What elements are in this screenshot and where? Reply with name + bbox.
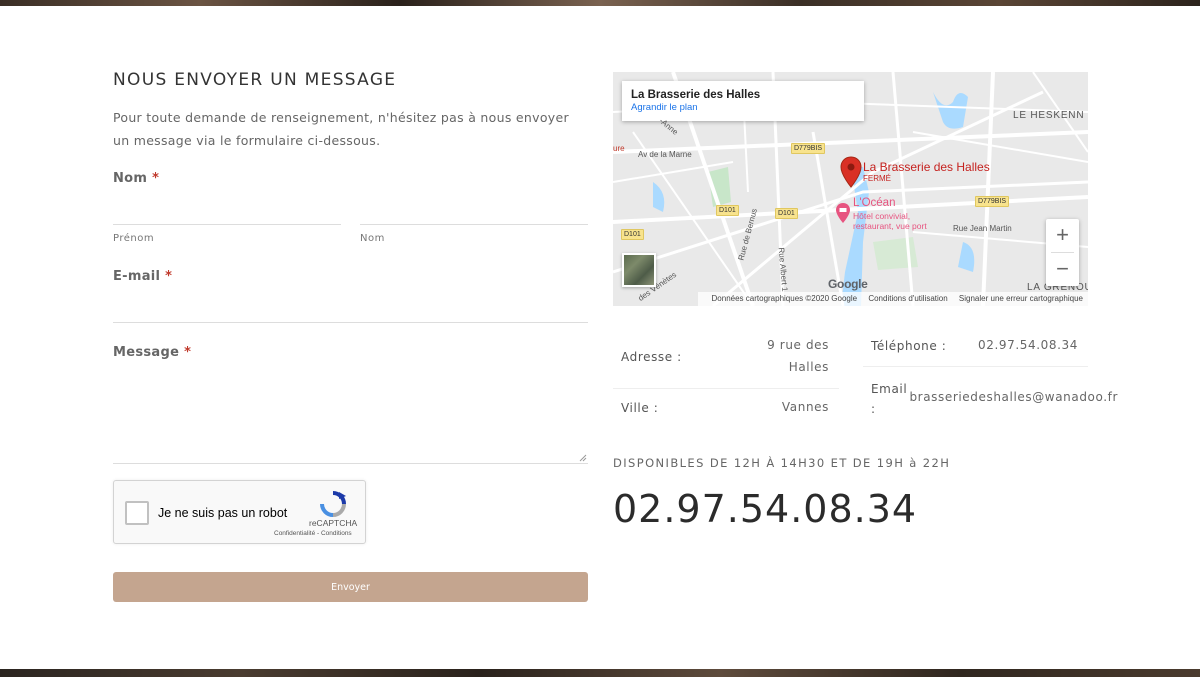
poi-desc: Hôtel convivial, restaurant, vue port xyxy=(853,211,927,231)
bottom-photo-strip xyxy=(0,669,1200,677)
email-value[interactable]: brasseriedeshalles@wanadoo.fr xyxy=(900,386,1118,408)
zoom-out-button[interactable]: − xyxy=(1046,253,1079,286)
map-label-ure: ure xyxy=(613,144,625,153)
map-label-heskenn: LE HESKENN xyxy=(1013,110,1085,121)
address-divider xyxy=(613,388,839,389)
city-value: Vannes xyxy=(781,400,829,414)
road-badge: D779BIS xyxy=(975,196,1010,207)
map-place-name: La Brasserie des Halles xyxy=(631,89,761,101)
name-label: Nom * xyxy=(113,171,160,186)
map-marker-name: La Brasserie des Halles xyxy=(863,160,990,174)
map-terms-link[interactable]: Conditions d'utilisation xyxy=(868,294,947,303)
lastname-sublabel: Nom xyxy=(360,233,385,244)
map-report-link[interactable]: Signaler une erreur cartographique xyxy=(959,294,1083,303)
form-title: NOUS ENVOYER UN MESSAGE xyxy=(113,70,397,90)
recaptcha-label: Je ne suis pas un robot xyxy=(158,506,288,520)
google-map[interactable]: La Brasserie des Halles Agrandir le plan… xyxy=(613,72,1088,306)
google-logo: Google xyxy=(828,277,868,291)
email-input[interactable] xyxy=(113,322,588,323)
recaptcha-logo-icon xyxy=(320,491,346,517)
map-marker-status: FERMÉ xyxy=(863,174,891,183)
resize-handle-icon[interactable] xyxy=(579,454,587,462)
map-label-jean-martin: Rue Jean Martin xyxy=(953,224,1012,233)
top-photo-strip xyxy=(0,0,1200,6)
message-label: Message * xyxy=(113,345,192,360)
required-mark: * xyxy=(152,171,160,186)
map-info-card: La Brasserie des Halles Agrandir le plan xyxy=(622,81,864,121)
map-label-marne: Av de la Marne xyxy=(638,150,692,159)
phone-value[interactable]: 02.97.54.08.34 xyxy=(960,334,1078,356)
road-badge: D779BIS xyxy=(791,143,826,154)
poi-name: L'Océan xyxy=(853,197,896,209)
opening-hours: DISPONIBLES DE 12H À 14H30 ET DE 19H à 2… xyxy=(613,456,951,470)
satellite-toggle[interactable] xyxy=(622,253,656,287)
map-zoom-control: + − xyxy=(1046,219,1079,286)
big-phone-number[interactable]: 02.97.54.08.34 xyxy=(613,487,917,531)
recaptcha-links[interactable]: Confidentialité - Conditions xyxy=(274,530,352,537)
road-badge: D101 xyxy=(716,205,739,216)
required-mark: * xyxy=(165,269,173,284)
email-label: E-mail * xyxy=(113,269,173,284)
firstname-sublabel: Prénom xyxy=(113,233,155,244)
map-enlarge-link[interactable]: Agrandir le plan xyxy=(631,102,864,113)
map-data-credit: Données cartographiques ©2020 Google xyxy=(711,294,858,303)
road-badge: D101 xyxy=(621,229,644,240)
required-mark: * xyxy=(184,345,192,360)
address-label: Adresse : xyxy=(621,350,682,364)
recaptcha-widget: Je ne suis pas un robot reCAPTCHA Confid… xyxy=(113,480,366,544)
submit-button[interactable]: Envoyer xyxy=(113,572,588,602)
firstname-input[interactable] xyxy=(113,224,341,225)
address-value: 9 rue des Halles xyxy=(767,338,829,374)
road-badge: D101 xyxy=(775,208,798,219)
zoom-in-button[interactable]: + xyxy=(1046,219,1079,252)
city-label: Ville : xyxy=(621,401,659,415)
form-intro: Pour toute demande de renseignement, n'h… xyxy=(113,110,569,148)
map-marker-icon[interactable] xyxy=(840,156,862,188)
message-textarea[interactable] xyxy=(113,463,588,464)
phone-label: Téléphone : xyxy=(871,339,947,353)
recaptcha-brand: reCAPTCHA xyxy=(309,518,358,528)
phone-divider xyxy=(863,366,1088,367)
map-attribution: Données cartographiques ©2020 Google Con… xyxy=(697,292,1088,306)
lastname-input[interactable] xyxy=(360,224,588,225)
hotel-poi-icon[interactable] xyxy=(835,202,851,224)
recaptcha-checkbox[interactable] xyxy=(125,501,149,525)
